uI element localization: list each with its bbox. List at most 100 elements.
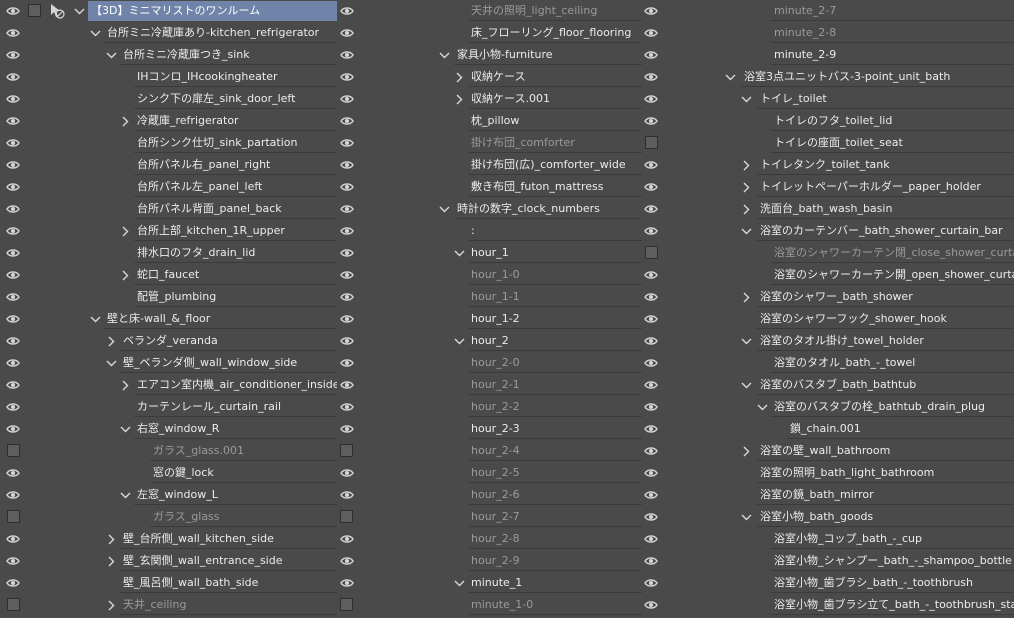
layer-name[interactable]: minute_1 — [468, 573, 642, 593]
layer-name[interactable]: hour_2-3 — [468, 419, 642, 439]
layer-name[interactable]: 台所ミニ冷蔵庫つき_sink — [120, 45, 337, 65]
chevron-right-icon[interactable] — [739, 177, 753, 197]
eye-icon[interactable] — [339, 289, 355, 305]
layer-name[interactable]: 浴室小物_シャンプー_bath_-_shampoo_bottle — [771, 551, 1014, 571]
layer-row[interactable]: 浴室の照明_bath_light_bathroom — [661, 462, 1014, 484]
layer-name[interactable]: 天井_ceiling — [120, 595, 337, 615]
eye-icon[interactable] — [5, 311, 21, 327]
layer-name[interactable]: トイレタンク_toilet_tank — [757, 155, 1014, 175]
layer-row[interactable]: 鎖_chain.001 — [661, 418, 1014, 440]
layer-row[interactable]: 台所ミニ冷蔵庫つき_sink — [0, 44, 337, 66]
eye-icon[interactable] — [5, 575, 21, 591]
layer-name[interactable]: hour_1-2 — [468, 309, 642, 329]
eye-icon[interactable] — [5, 333, 21, 349]
chevron-down-icon[interactable] — [437, 199, 451, 219]
layer-name[interactable]: 壁_台所側_wall_kitchen_side — [120, 529, 337, 549]
layer-row[interactable]: 床_フローリング_floor_flooring — [337, 22, 661, 44]
eye-icon[interactable] — [643, 267, 659, 283]
layer-name[interactable]: 浴室のタオル掛け_towel_holder — [757, 331, 1014, 351]
layer-row[interactable]: ガラス_glass.001 — [0, 440, 337, 462]
layer-row[interactable]: hour_1-1 — [337, 286, 661, 308]
layer-name[interactable]: 蛇口_faucet — [134, 265, 337, 285]
eye-icon[interactable] — [643, 179, 659, 195]
layer-row[interactable]: 台所上部_kitchen_1R_upper — [0, 220, 337, 242]
layer-name[interactable]: ガラス_glass — [150, 507, 337, 527]
eye-icon[interactable] — [5, 553, 21, 569]
chevron-down-icon[interactable] — [88, 23, 102, 43]
layer-row[interactable]: minute_2-8 — [661, 22, 1014, 44]
layer-name[interactable]: 台所ミニ冷蔵庫あり-kitchen_refrigerator — [104, 23, 337, 43]
layer-name[interactable]: 浴室3点ユニットバス-3-point_unit_bath — [741, 67, 1014, 87]
layer-name[interactable]: 浴室のシャワーカーテン閉_close_shower_curtain — [771, 243, 1014, 263]
eye-icon[interactable] — [5, 531, 21, 547]
layer-row[interactable]: 天井_ceiling — [0, 594, 337, 616]
layer-name[interactable]: : — [468, 221, 642, 241]
layer-row[interactable]: 洗面台_bath_wash_basin — [661, 198, 1014, 220]
layer-row[interactable]: 浴室小物_歯ブラシ立て_bath_-_toothbrush_stan — [661, 594, 1014, 616]
eye-icon[interactable] — [643, 399, 659, 415]
chevron-down-icon[interactable] — [739, 507, 753, 527]
layer-name[interactable]: hour_2-4 — [468, 441, 642, 461]
layer-name[interactable]: 掛け布団(広)_comforter_wide — [468, 155, 642, 175]
layer-row[interactable]: hour_2-0 — [337, 352, 661, 374]
chevron-right-icon[interactable] — [739, 441, 753, 461]
eye-icon[interactable] — [339, 311, 355, 327]
layer-row[interactable]: シンク下の扉左_sink_door_left — [0, 88, 337, 110]
chevron-down-icon[interactable] — [118, 419, 132, 439]
chevron-right-icon[interactable] — [452, 67, 466, 87]
layer-name[interactable]: 配管_plumbing — [134, 287, 337, 307]
layer-name[interactable]: 収納ケース — [468, 67, 642, 87]
chevron-down-icon[interactable] — [739, 89, 753, 109]
eye-icon[interactable] — [339, 399, 355, 415]
layer-row[interactable]: 浴室のバスタブ_bath_bathtub — [661, 374, 1014, 396]
layer-name[interactable]: hour_2-5 — [468, 463, 642, 483]
eye-icon[interactable] — [5, 245, 21, 261]
layer-row[interactable]: 天井の照明_light_ceiling — [337, 0, 661, 22]
layer-name[interactable]: 時計の数字_clock_numbers — [454, 199, 642, 219]
layer-name[interactable]: 鎖_chain.001 — [787, 419, 1014, 439]
chevron-down-icon[interactable] — [452, 243, 466, 263]
eye-icon[interactable] — [5, 135, 21, 151]
layer-row[interactable]: hour_2-7 — [337, 506, 661, 528]
layer-row[interactable]: 浴室の鏡_bath_mirror — [661, 484, 1014, 506]
layer-name[interactable]: hour_1 — [468, 243, 642, 263]
eye-icon[interactable] — [339, 245, 355, 261]
eye-icon[interactable] — [5, 289, 21, 305]
eye-icon[interactable] — [5, 421, 21, 437]
layer-name[interactable]: 冷蔵庫_refrigerator — [134, 111, 337, 131]
visibility-checkbox[interactable] — [645, 136, 658, 149]
layer-name[interactable]: 浴室の鏡_bath_mirror — [757, 485, 1014, 505]
visibility-checkbox[interactable] — [645, 246, 658, 259]
eye-icon[interactable] — [5, 91, 21, 107]
eye-icon[interactable] — [5, 3, 21, 19]
layer-name[interactable]: 枕_pillow — [468, 111, 642, 131]
layer-row[interactable]: 左窓_window_L — [0, 484, 337, 506]
layer-row[interactable]: 台所パネル背面_panel_back — [0, 198, 337, 220]
eye-icon[interactable] — [643, 597, 659, 613]
layer-row[interactable]: 浴室の壁_wall_bathroom — [661, 440, 1014, 462]
layer-name[interactable]: 敷き布団_futon_mattress — [468, 177, 642, 197]
eye-icon[interactable] — [5, 223, 21, 239]
eye-icon[interactable] — [5, 267, 21, 283]
eye-icon[interactable] — [643, 3, 659, 19]
layer-name[interactable]: 洗面台_bath_wash_basin — [757, 199, 1014, 219]
eye-icon[interactable] — [339, 25, 355, 41]
eye-icon[interactable] — [643, 377, 659, 393]
layer-name[interactable]: 掛け布団_comforter — [468, 133, 642, 153]
layer-row[interactable]: 台所パネル右_panel_right — [0, 154, 337, 176]
eye-icon[interactable] — [643, 487, 659, 503]
eye-icon[interactable] — [5, 113, 21, 129]
layer-name[interactable]: 浴室のシャワー_bath_shower — [757, 287, 1014, 307]
layer-row[interactable]: hour_2-5 — [337, 462, 661, 484]
chevron-down-icon[interactable] — [739, 375, 753, 395]
layer-name[interactable]: 窓の鍵_lock — [150, 463, 337, 483]
eye-icon[interactable] — [339, 69, 355, 85]
layer-row[interactable]: 浴室小物_歯ブラシ_bath_-_toothbrush — [661, 572, 1014, 594]
layer-name[interactable]: 浴室の壁_wall_bathroom — [757, 441, 1014, 461]
layer-name[interactable]: hour_2-2 — [468, 397, 642, 417]
layer-row[interactable]: 台所ミニ冷蔵庫あり-kitchen_refrigerator — [0, 22, 337, 44]
layer-row[interactable]: 壁_玄関側_wall_entrance_side — [0, 550, 337, 572]
layer-row[interactable]: 敷き布団_futon_mattress — [337, 176, 661, 198]
eye-icon[interactable] — [339, 3, 355, 19]
eye-icon[interactable] — [5, 179, 21, 195]
